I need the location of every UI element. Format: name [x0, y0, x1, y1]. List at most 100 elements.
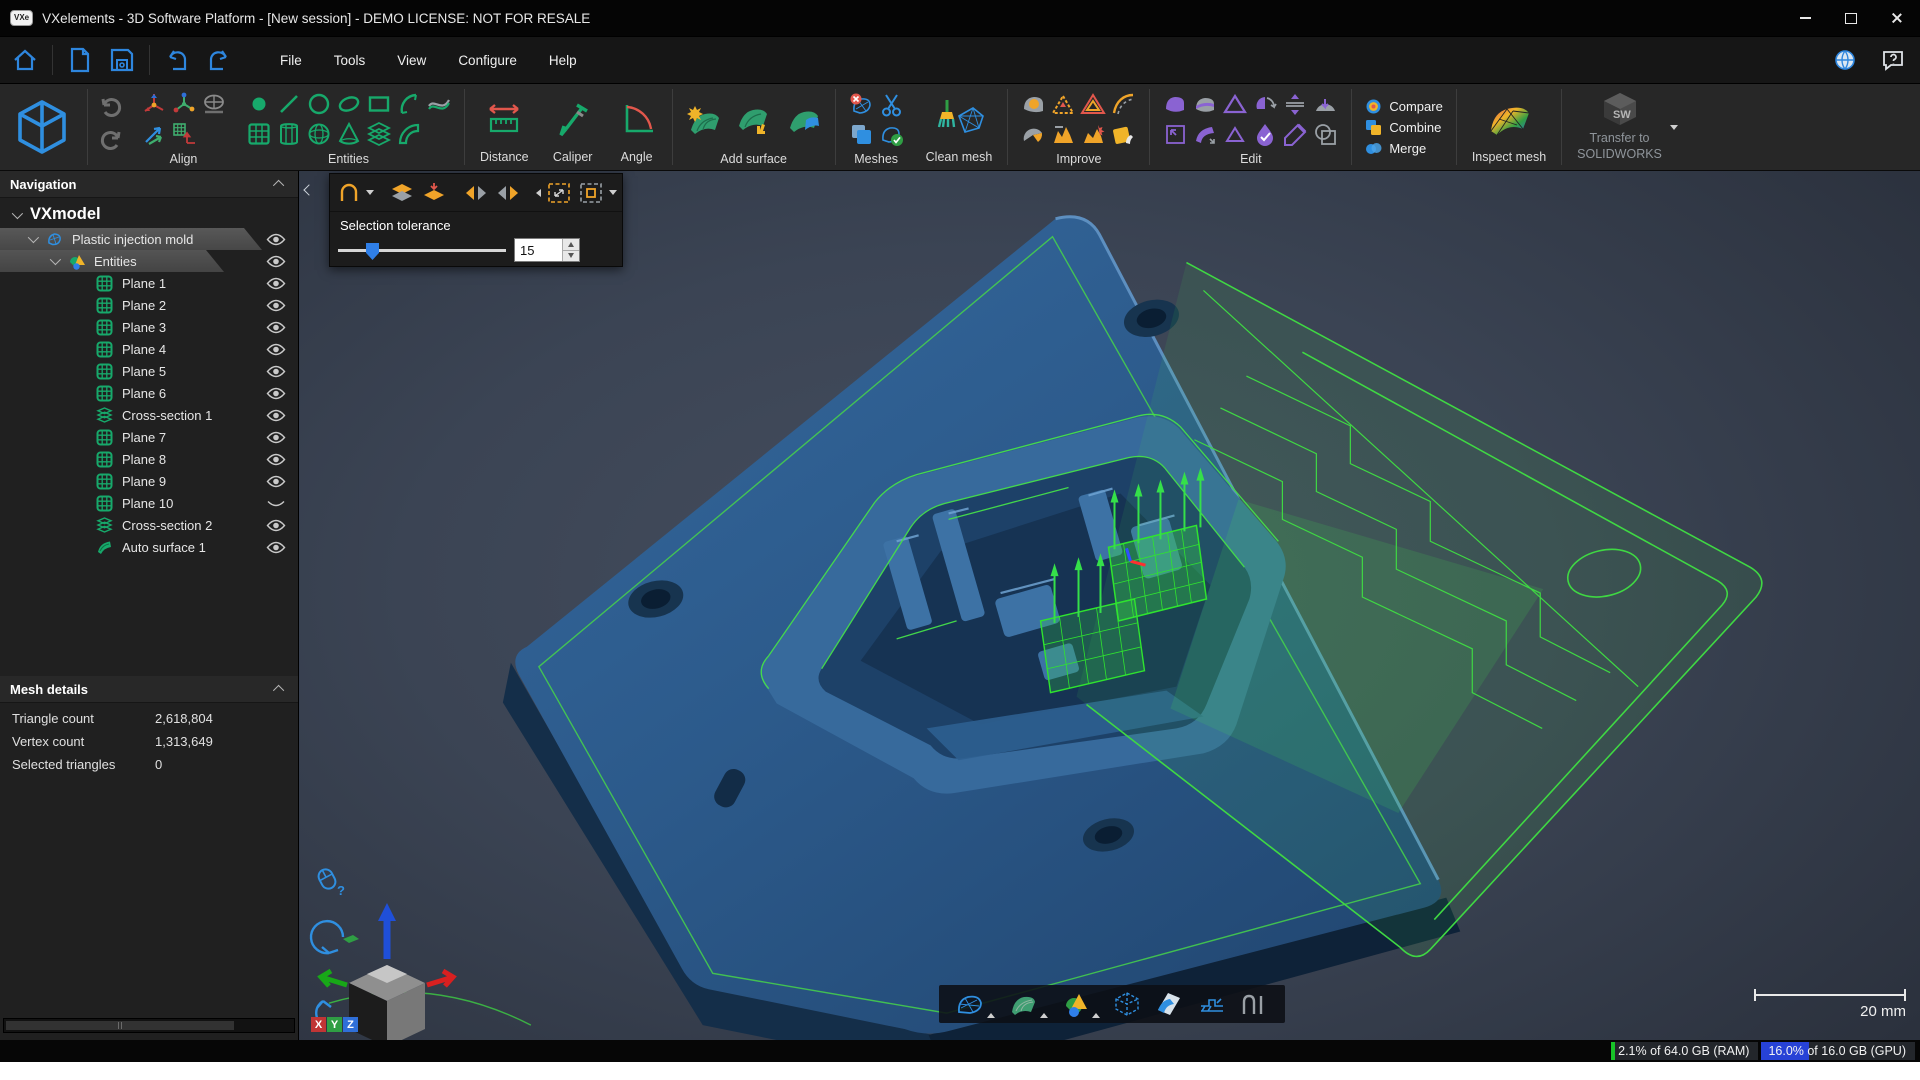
mesh-display-button[interactable] [955, 990, 995, 1018]
visibility-toggle[interactable] [266, 255, 286, 268]
tree-item-plane-8[interactable]: Plane 8 [0, 448, 298, 470]
merge-meshes-button[interactable] [847, 120, 876, 149]
visibility-toggle[interactable] [266, 519, 286, 532]
align-prealign-button[interactable] [139, 90, 168, 119]
visibility-toggle[interactable] [266, 387, 286, 400]
tree-item-cross-section-2[interactable]: Cross-section 2 [0, 514, 298, 536]
home-button[interactable] [6, 41, 44, 79]
bounding-box-button[interactable] [1112, 990, 1142, 1018]
cut-mesh-button[interactable] [877, 90, 906, 119]
panel-horizontal-scrollbar[interactable] [3, 1018, 295, 1033]
popup-more-caret[interactable] [609, 190, 617, 195]
menu-item-help[interactable]: Help [533, 45, 593, 76]
spin-down-button[interactable] [563, 250, 579, 262]
entity-ellipse-button[interactable] [334, 90, 363, 119]
defeature-button[interactable] [1019, 120, 1048, 149]
edit-band-button[interactable] [1191, 90, 1220, 119]
edit-protractor-button[interactable] [1311, 90, 1340, 119]
visibility-toggle[interactable] [266, 365, 286, 378]
expand-chevron[interactable] [50, 254, 61, 265]
compare-button[interactable]: Compare [1365, 98, 1442, 115]
edit-flip-button[interactable] [1251, 90, 1280, 119]
tree-item-auto-surface-1[interactable]: Auto surface 1 [0, 536, 298, 558]
surface-display-caret[interactable] [1040, 1013, 1048, 1018]
inspect-mesh-button[interactable]: Inspect mesh [1460, 84, 1558, 170]
tree-item-plastic-injection-mold[interactable]: Plastic injection mold [0, 228, 298, 250]
entity-curve-button[interactable] [394, 120, 423, 149]
navigation-header[interactable]: Navigation [0, 171, 298, 198]
menu-item-file[interactable]: File [264, 45, 318, 76]
edit-triangle-button[interactable] [1221, 90, 1250, 119]
new-session-button[interactable] [61, 41, 99, 79]
selection-mode-caret[interactable] [366, 190, 374, 195]
visibility-toggle[interactable] [266, 541, 286, 554]
auto-surface-button[interactable] [684, 99, 724, 139]
entity-circle-button[interactable] [304, 90, 333, 119]
menu-item-view[interactable]: View [381, 45, 442, 76]
histogram-button[interactable] [1239, 990, 1269, 1018]
decimate-button[interactable] [1049, 90, 1078, 119]
section-profile-button[interactable] [1197, 990, 1227, 1018]
mesh-details-header[interactable]: Mesh details [0, 676, 298, 703]
visibility-toggle[interactable] [266, 431, 286, 444]
tree-item-plane-3[interactable]: Plane 3 [0, 316, 298, 338]
caliper-tool-button[interactable]: Caliper [541, 84, 605, 170]
edit-scale-button[interactable] [1161, 120, 1190, 149]
visibility-toggle[interactable] [266, 497, 286, 510]
section-plane-button[interactable] [1154, 990, 1184, 1018]
minimize-button[interactable] [1782, 0, 1828, 36]
transfer-solidworks-button[interactable]: SW Transfer to SOLIDWORKS [1565, 84, 1690, 170]
surface-display-button[interactable] [1008, 990, 1048, 1018]
smooth-boundary-button[interactable] [1109, 90, 1138, 119]
scrollbar-thumb[interactable] [6, 1021, 234, 1030]
align-bestfit-button[interactable] [139, 120, 168, 149]
help-chat-button[interactable] [1874, 41, 1912, 79]
3d-viewport[interactable]: Selection tolerance 15 [299, 171, 1920, 1040]
combine-button[interactable]: Combine [1365, 119, 1442, 136]
maximize-button[interactable] [1828, 0, 1874, 36]
distance-tool-button[interactable]: Distance [468, 84, 541, 170]
panel-collapse-button[interactable] [305, 181, 313, 199]
visibility-toggle[interactable] [266, 299, 286, 312]
mesh-display-caret[interactable] [987, 1013, 995, 1018]
subdivide-button[interactable] [1079, 90, 1108, 119]
entity-line-button[interactable] [274, 90, 303, 119]
edit-boolean-button[interactable] [1311, 120, 1340, 149]
tree-item-plane-1[interactable]: Plane 1 [0, 272, 298, 294]
tolerance-value[interactable]: 15 [515, 239, 562, 261]
menu-item-configure[interactable]: Configure [442, 45, 533, 76]
delete-mesh-button[interactable] [847, 90, 876, 119]
validate-mesh-button[interactable] [877, 120, 906, 149]
grow-selection-button[interactable] [545, 178, 573, 208]
select-through-button[interactable] [388, 178, 416, 208]
entity-rectangle-button[interactable] [364, 90, 393, 119]
tree-item-vxmodel[interactable]: VXmodel [0, 201, 298, 228]
entity-arc-button[interactable] [394, 90, 423, 119]
visibility-toggle[interactable] [266, 453, 286, 466]
network-button[interactable] [1826, 41, 1864, 79]
transfer-dropdown-caret[interactable] [1670, 125, 1678, 130]
close-button[interactable] [1874, 0, 1920, 36]
ribbon-undo-button[interactable] [99, 96, 123, 125]
visibility-toggle[interactable] [266, 321, 286, 334]
select-visible-button[interactable] [420, 178, 448, 208]
tolerance-spinbox[interactable]: 15 [514, 238, 580, 262]
entity-polyline-button[interactable] [424, 90, 453, 119]
entity-cone-button[interactable] [334, 120, 363, 149]
edit-knife-button[interactable] [1281, 120, 1310, 149]
ribbon-redo-button[interactable] [99, 129, 123, 158]
entities-display-caret[interactable] [1092, 1013, 1100, 1018]
save-button[interactable] [103, 41, 141, 79]
expand-chevron[interactable] [28, 232, 39, 243]
clean-mesh-button[interactable]: Clean mesh [914, 84, 1005, 170]
flip-normals-button[interactable] [494, 178, 522, 208]
expand-chevron[interactable] [12, 207, 23, 218]
entity-cross-section-button[interactable] [364, 120, 393, 149]
angle-tool-button[interactable]: Angle [605, 84, 669, 170]
visibility-toggle[interactable] [266, 475, 286, 488]
align-plane-axis-button[interactable] [169, 120, 198, 149]
lasso-selection-button[interactable] [336, 178, 362, 208]
mouse-help-button[interactable]: ? [313, 865, 349, 904]
visibility-toggle[interactable] [266, 277, 286, 290]
edit-small-triangle-button[interactable] [1221, 120, 1250, 149]
